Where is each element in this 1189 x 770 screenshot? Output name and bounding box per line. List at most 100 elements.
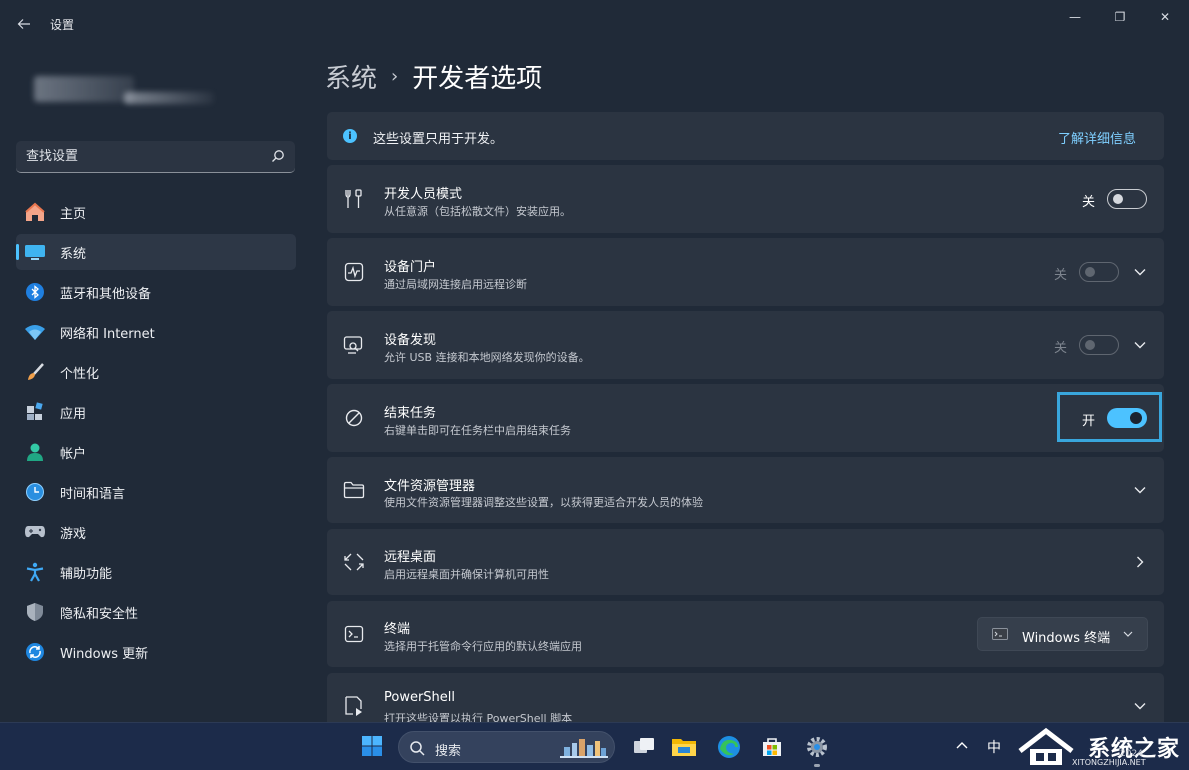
sidebar-item-label: Windows 更新: [60, 646, 149, 662]
terminal-icon: [343, 623, 365, 645]
chevron-down-icon: [1123, 631, 1133, 637]
device-discovery-toggle: [1079, 335, 1119, 355]
sidebar-item-label: 蓝牙和其他设备: [60, 286, 152, 302]
sidebar-item-accounts[interactable]: 帐户: [16, 434, 296, 470]
sidebar-item-gaming[interactable]: 游戏: [16, 514, 296, 550]
sidebar-item-label: 游戏: [60, 526, 87, 542]
task-view-button[interactable]: [630, 733, 658, 761]
row-description: 打开这些设置以执行 PowerShell 脚本: [384, 712, 573, 722]
watermark-logo: 系统之家 2024 XITONGZHIJIA.NET: [1012, 725, 1189, 769]
accessibility-icon: [24, 562, 46, 582]
row-title: 结束任务: [384, 406, 437, 421]
paintbrush-icon: [24, 362, 46, 382]
minimize-icon: —: [1069, 10, 1081, 24]
back-button[interactable]: [12, 12, 36, 36]
breadcrumb-parent-system[interactable]: 系统: [325, 58, 377, 95]
row-title: 设备门户: [384, 260, 437, 275]
chevron-down-icon[interactable]: [1132, 698, 1148, 714]
sidebar-item-network[interactable]: 网络和 Internet: [16, 314, 296, 350]
sidebar-item-label: 隐私和安全性: [60, 606, 139, 622]
sidebar-item-accessibility[interactable]: 辅助功能: [16, 554, 296, 590]
row-description: 使用文件资源管理器调整这些设置，以获得更适合开发人员的体验: [384, 496, 703, 509]
end-task-toggle[interactable]: [1107, 408, 1147, 428]
toggle-knob: [1085, 340, 1095, 350]
search-icon[interactable]: [271, 149, 285, 163]
toggle-knob: [1085, 267, 1095, 277]
monitor-icon: [24, 242, 46, 262]
edge-browser-icon: [718, 736, 740, 758]
developer-mode-toggle[interactable]: [1107, 189, 1147, 209]
chevron-down-icon[interactable]: [1132, 264, 1148, 280]
sidebar-item-label: 应用: [60, 406, 87, 422]
windows-start-icon[interactable]: [361, 735, 383, 757]
gear-icon: [807, 737, 827, 757]
search-icon: [410, 741, 425, 756]
file-explorer-taskbar-button[interactable]: [670, 733, 698, 761]
info-banner: i 这些设置只用于开发。 了解详细信息: [327, 112, 1164, 160]
sidebar-nav: 主页 系统 蓝牙和其他设备 网络和 Internet 个性化 应用 帐户 时间和…: [16, 194, 296, 674]
row-title: 终端: [384, 622, 411, 637]
maximize-button[interactable]: ❐: [1098, 4, 1142, 30]
sidebar-item-label: 系统: [60, 246, 87, 262]
breadcrumb-chevron-icon: ›: [391, 66, 399, 87]
row-description: 通过局域网连接启用远程诊断: [384, 278, 527, 291]
sidebar-item-label: 网络和 Internet: [60, 326, 155, 342]
setting-row-device-portal[interactable]: 设备门户 通过局域网连接启用远程诊断 关: [327, 238, 1164, 306]
sidebar-item-apps[interactable]: 应用: [16, 394, 296, 430]
setting-row-remote-desktop[interactable]: 远程桌面 启用远程桌面并确保计算机可用性: [327, 529, 1164, 595]
show-hidden-icons-chevron-up-icon[interactable]: [955, 739, 969, 753]
house-logo-icon: [1018, 727, 1074, 765]
sidebar-item-time-language[interactable]: 时间和语言: [16, 474, 296, 510]
sidebar-item-home[interactable]: 主页: [16, 194, 296, 230]
setting-row-end-task[interactable]: 结束任务 右键单击即可在任务栏中启用结束任务 开: [327, 384, 1164, 452]
device-discovery-icon: [343, 334, 365, 356]
search-highlight-city-icon: [560, 739, 608, 758]
toggle-state-label: 关: [1054, 268, 1068, 283]
microsoft-store-taskbar-button[interactable]: [758, 733, 786, 761]
toggle-knob: [1130, 412, 1142, 424]
toggle-state-label: 关: [1082, 195, 1096, 210]
taskbar-search-label: 搜索: [435, 744, 462, 759]
learn-more-link[interactable]: 了解详细信息: [1058, 128, 1136, 147]
developer-tools-icon: [343, 188, 365, 210]
edge-taskbar-button[interactable]: [715, 733, 743, 761]
sidebar-item-privacy[interactable]: 隐私和安全性: [16, 594, 296, 630]
row-title: 文件资源管理器: [384, 479, 476, 494]
account-icon: [24, 442, 46, 462]
terminal-app-dropdown[interactable]: Windows 终端: [977, 617, 1148, 651]
windows-terminal-icon: [992, 628, 1008, 640]
setting-row-file-explorer[interactable]: 文件资源管理器 使用文件资源管理器调整这些设置，以获得更适合开发人员的体验: [327, 457, 1164, 523]
sidebar-item-label: 个性化: [60, 366, 100, 382]
sidebar-item-personalization[interactable]: 个性化: [16, 354, 296, 390]
input-method-indicator[interactable]: 中: [987, 737, 1001, 757]
sidebar-item-label: 主页: [60, 206, 87, 222]
close-button[interactable]: ✕: [1143, 4, 1187, 30]
user-profile-blurred[interactable]: [34, 70, 214, 114]
device-portal-toggle: [1079, 262, 1119, 282]
setting-row-developer-mode[interactable]: 开发人员模式 从任意源（包括松散文件）安装应用。 关: [327, 165, 1164, 233]
search-input[interactable]: [26, 149, 256, 164]
prohibited-icon: [343, 407, 365, 429]
sidebar-item-windows-update[interactable]: Windows 更新: [16, 634, 296, 670]
chevron-right-icon[interactable]: [1132, 554, 1148, 570]
sidebar-item-system[interactable]: 系统: [16, 234, 296, 270]
pulse-monitor-icon: [343, 261, 365, 283]
setting-row-powershell[interactable]: PowerShell 打开这些设置以执行 PowerShell 脚本: [327, 673, 1164, 722]
sidebar-item-bluetooth[interactable]: 蓝牙和其他设备: [16, 274, 296, 310]
minimize-button[interactable]: —: [1053, 4, 1097, 30]
chevron-down-icon[interactable]: [1132, 337, 1148, 353]
taskbar-search-box[interactable]: 搜索: [398, 731, 615, 763]
store-icon: [763, 738, 781, 756]
clock-globe-icon: [24, 482, 46, 502]
restore-icon: ❐: [1114, 10, 1126, 24]
chevron-down-icon[interactable]: [1132, 482, 1148, 498]
settings-taskbar-button[interactable]: [803, 733, 831, 767]
search-settings-box[interactable]: [16, 141, 295, 173]
update-icon: [24, 642, 46, 662]
setting-row-device-discovery[interactable]: 设备发现 允许 USB 连接和本地网络发现你的设备。 关: [327, 311, 1164, 379]
file-explorer-icon: [672, 739, 696, 756]
apps-icon: [24, 402, 46, 422]
page-title: 开发者选项: [412, 64, 543, 94]
settings-window: 设置 — ❐ ✕ 主页 系统: [0, 0, 1189, 722]
app-title: 设置: [50, 18, 75, 32]
